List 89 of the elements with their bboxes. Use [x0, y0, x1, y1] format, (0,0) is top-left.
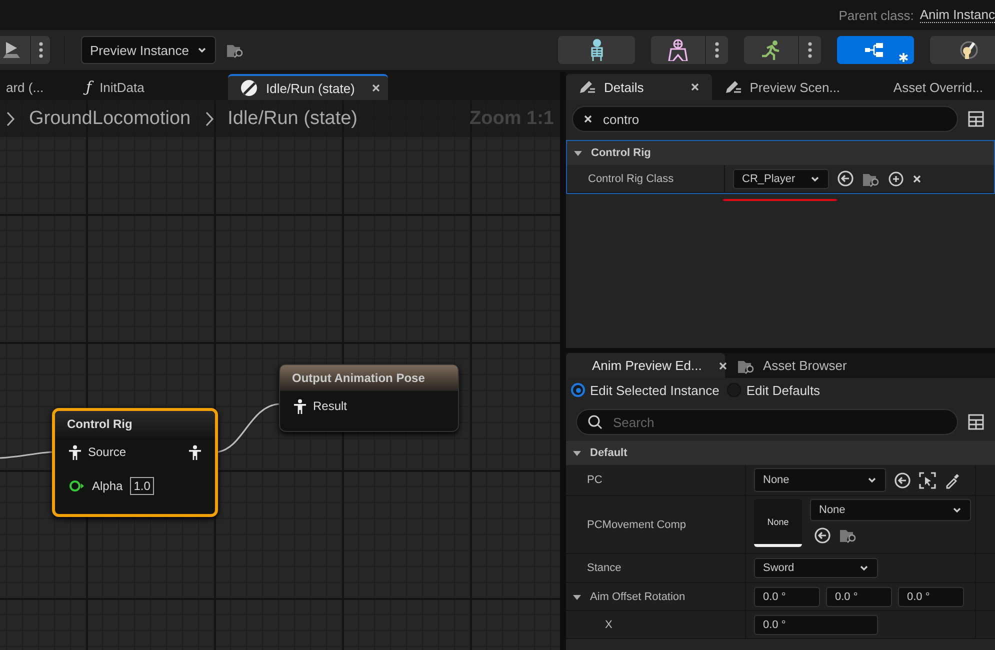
state-icon: [240, 79, 258, 97]
select-cursor-icon[interactable]: [919, 472, 936, 488]
property-label: PC: [587, 474, 602, 486]
tab[interactable]: Asset Overrid...: [881, 74, 995, 100]
number-field[interactable]: 0.0 °: [754, 614, 878, 634]
tab[interactable]: Preview Scen...: [712, 74, 872, 100]
enum-dropdown[interactable]: Sword: [754, 558, 878, 578]
tab[interactable]: Asset Browser: [725, 353, 859, 378]
object-dropdown[interactable]: None: [754, 468, 886, 492]
pencil-list-icon: [724, 79, 742, 95]
arrow-left-circle-icon[interactable]: [894, 472, 911, 488]
pin-label: Alpha: [92, 479, 123, 493]
radio-option[interactable]: Edit Defaults: [727, 382, 820, 398]
breadcrumb[interactable]: GroundLocomotion: [29, 108, 191, 130]
category-header[interactable]: Control Rig: [591, 147, 651, 159]
more-options-icon[interactable]: [38, 42, 42, 58]
gauge-icon: [958, 40, 978, 60]
property-label: Aim Offset Rotation: [590, 590, 686, 602]
number-field[interactable]: 0.0 °: [826, 586, 892, 606]
number-field[interactable]: 0.0 °: [898, 586, 964, 606]
radio-button[interactable]: [571, 383, 585, 397]
chevron-icon: [867, 475, 877, 485]
number-field[interactable]: 0.0 °: [754, 586, 820, 606]
close-icon[interactable]: [718, 360, 728, 370]
add-circle-icon[interactable]: [888, 170, 904, 186]
chevron-icon: [952, 505, 962, 515]
wire: [218, 402, 279, 454]
play-icon: [2, 41, 20, 59]
mode-button[interactable]: [651, 36, 728, 64]
pose-pin-icon: [294, 398, 306, 414]
table-view-icon[interactable]: [968, 414, 984, 430]
preview-instance-dropdown[interactable]: Preview Instance: [81, 36, 216, 64]
close-icon[interactable]: [912, 174, 922, 184]
alpha-value-field[interactable]: 1.0: [130, 477, 154, 495]
play-button[interactable]: [0, 36, 50, 64]
asset-dropdown[interactable]: None: [810, 499, 971, 521]
close-icon[interactable]: [690, 82, 700, 92]
parent-class-link[interactable]: Anim Instanc: [920, 7, 995, 23]
expanded-arrow-icon[interactable]: [572, 448, 582, 458]
property-label: X: [605, 618, 612, 630]
property-label: Stance: [587, 562, 622, 574]
pin-label: Source: [88, 445, 126, 459]
graph-node[interactable]: Output Animation Pose Result: [279, 364, 459, 432]
pin-label: Result: [313, 399, 348, 413]
pose-pin-icon: [69, 444, 81, 460]
mode-button[interactable]: [744, 36, 821, 64]
class-dropdown[interactable]: CR_Player: [733, 168, 829, 188]
breadcrumb[interactable]: Idle/Run (state): [228, 108, 358, 130]
graph-node[interactable]: Control Rig Source Alpha 1.0: [52, 408, 218, 517]
mode-button[interactable]: [930, 36, 995, 64]
arrow-left-circle-icon[interactable]: [837, 170, 854, 187]
mode-button[interactable]: [837, 36, 914, 64]
pose-pin-icon: [189, 444, 201, 460]
more-options-icon[interactable]: [808, 42, 812, 58]
close-icon[interactable]: [583, 114, 593, 124]
folder-search-icon[interactable]: [839, 527, 857, 543]
node-title: Output Animation Pose: [280, 365, 458, 391]
table-view-icon[interactable]: [968, 111, 984, 127]
property-label: PCMovement Comp: [587, 518, 686, 530]
tab[interactable]: ard (...: [0, 74, 74, 100]
arrow-left-circle-icon[interactable]: [814, 527, 831, 544]
more-options-icon[interactable]: [715, 42, 719, 58]
tab[interactable]: ƒ InitData: [74, 74, 228, 100]
chevron-icon: [197, 45, 207, 55]
parent-class-label: Parent class:: [838, 8, 914, 22]
eyedropper-icon[interactable]: [944, 472, 961, 488]
mesh-figure-icon: [668, 39, 688, 61]
chevron-icon: [859, 563, 869, 573]
folder-search-icon[interactable]: [226, 42, 244, 58]
asterisk-icon: [899, 53, 908, 62]
search-field[interactable]: contro: [572, 106, 958, 132]
breadcrumb-chevron-icon: [6, 110, 15, 126]
close-icon[interactable]: [370, 83, 381, 93]
running-figure-icon: [761, 40, 781, 60]
property-label: Control Rig Class: [588, 172, 674, 184]
category-header[interactable]: Default: [590, 447, 628, 459]
wire: [0, 450, 52, 460]
pencil-list-icon: [578, 79, 596, 95]
node-title: Control Rig: [55, 411, 215, 437]
tab[interactable]: Idle/Run (state): [228, 74, 388, 100]
float-pin-icon: [69, 480, 85, 492]
breadcrumb-chevron-icon: [204, 110, 214, 126]
expanded-arrow-icon[interactable]: [573, 148, 583, 158]
search-icon: [587, 414, 603, 430]
tab[interactable]: Anim Preview Ed...: [566, 353, 725, 378]
mode-button[interactable]: [558, 36, 635, 64]
asset-thumbnail[interactable]: None: [754, 499, 802, 547]
radio-option[interactable]: Edit Selected Instance: [571, 382, 720, 398]
tab[interactable]: Details: [566, 74, 712, 100]
